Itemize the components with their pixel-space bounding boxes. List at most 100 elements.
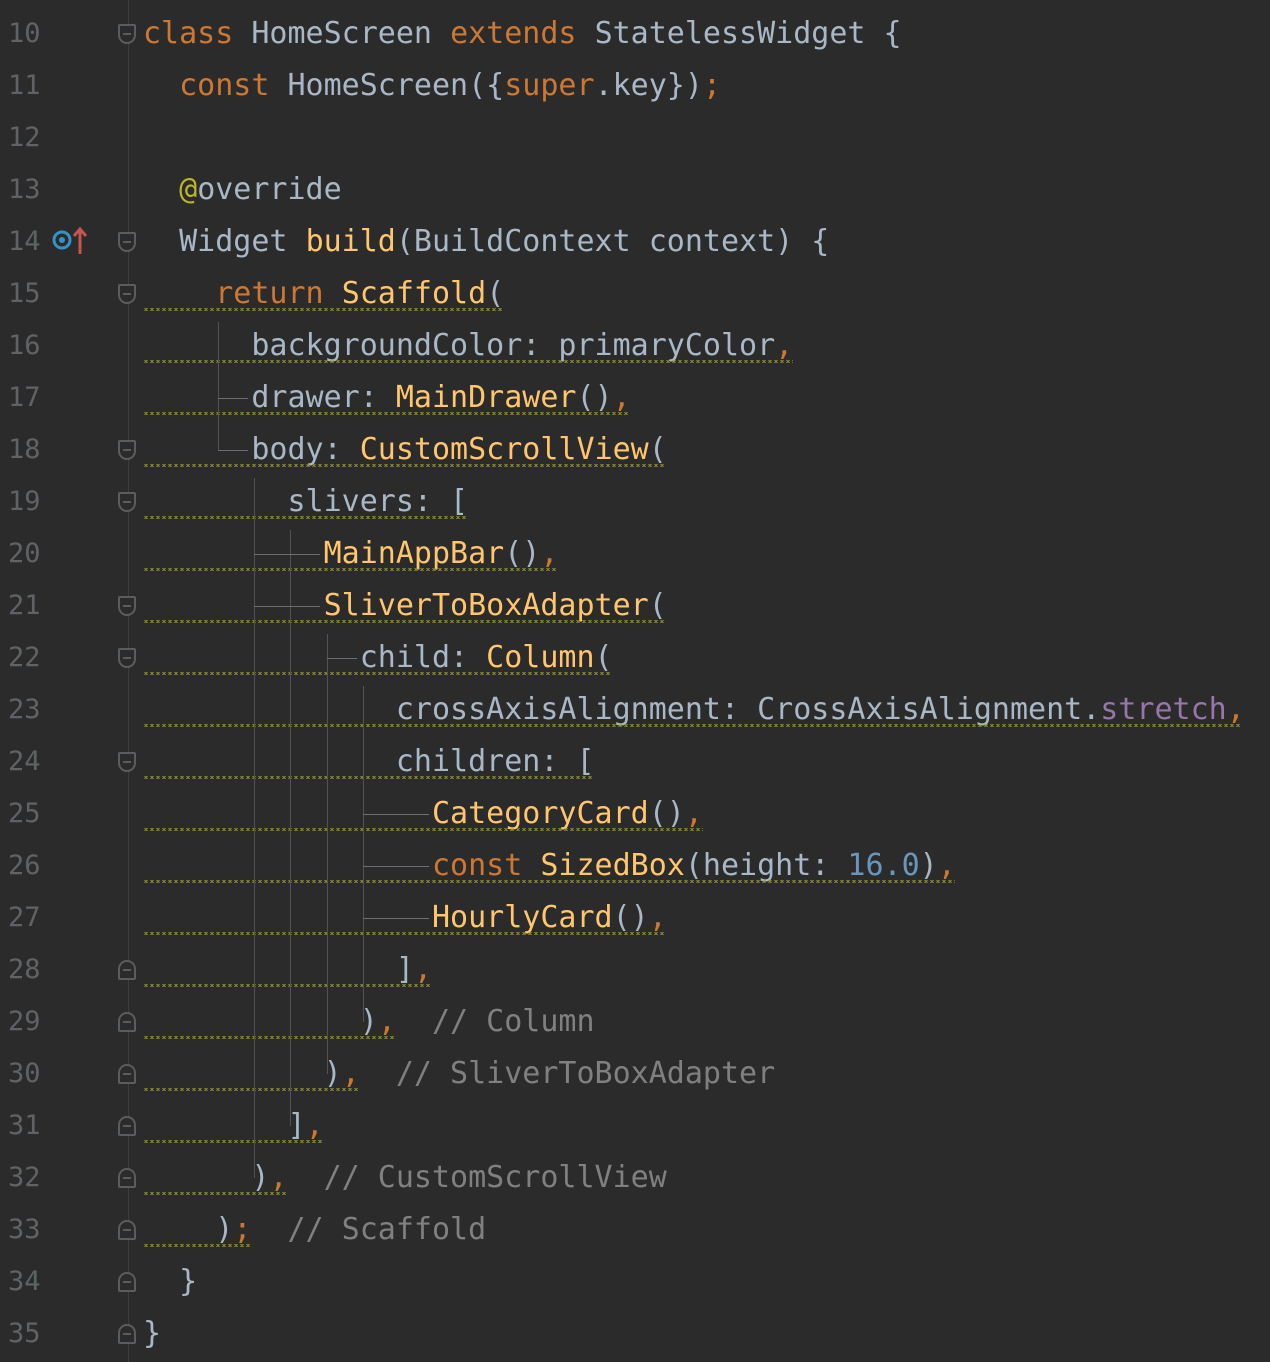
code-token: () (612, 900, 649, 935)
code-line[interactable]: 25 CategoryCard(), (0, 788, 1270, 840)
fold-collapse-icon[interactable] (118, 24, 136, 44)
fold-end-icon[interactable] (118, 960, 136, 980)
code-line[interactable]: 15 return Scaffold( (0, 268, 1270, 320)
code-line[interactable]: 29 ), // Column (0, 996, 1270, 1048)
line-number: 22 (8, 642, 41, 673)
fold-end-icon[interactable] (118, 1220, 136, 1240)
code-token: () (576, 380, 613, 415)
fold-end-icon[interactable] (118, 1064, 136, 1084)
line-number: 29 (8, 1006, 41, 1037)
tree-connector (362, 814, 429, 815)
code-line[interactable]: 18 body: CustomScrollView( (0, 424, 1270, 476)
code-token: override (197, 172, 342, 207)
code-token: , (305, 1108, 324, 1143)
warning-squiggle (143, 1036, 396, 1039)
code-line[interactable]: 14 Widget build(BuildContext context) { (0, 216, 1270, 268)
code-line[interactable]: 16 backgroundColor: primaryColor, (0, 320, 1270, 372)
code-line[interactable]: 21 SliverToBoxAdapter( (0, 580, 1270, 632)
line-number: 14 (8, 226, 41, 257)
code-line[interactable]: 26 const SizedBox(height: 16.0), (0, 840, 1270, 892)
code-token: 16.0 (847, 848, 920, 883)
line-number: 17 (8, 382, 41, 413)
fold-collapse-icon[interactable] (118, 648, 136, 668)
code-token: // Scaffold (251, 1212, 487, 1247)
code-token: , (937, 848, 956, 883)
code-token: HomeScreen({ (287, 68, 505, 103)
code-line[interactable]: 30 ), // SliverToBoxAdapter (0, 1048, 1270, 1100)
fold-collapse-icon[interactable] (118, 440, 136, 460)
code-token: () (504, 536, 541, 571)
code-line[interactable]: 10 class HomeScreen extends StatelessWidg… (0, 8, 1270, 60)
code-token: } (143, 1264, 198, 1299)
code-token: } (143, 1316, 162, 1351)
code-line[interactable]: 32 ), // CustomScrollView (0, 1152, 1270, 1204)
code-text: ), // Column (143, 996, 595, 1048)
code-line[interactable]: 33 ); // Scaffold (0, 1204, 1270, 1256)
line-number: 27 (8, 902, 41, 933)
code-line[interactable]: 13 @override (0, 164, 1270, 216)
code-token: , (1226, 692, 1245, 727)
code-text: Widget build(BuildContext context) { (143, 216, 829, 268)
code-token: // CustomScrollView (287, 1160, 667, 1195)
code-token: CategoryCard (431, 796, 649, 831)
code-line[interactable]: 24 children: [ (0, 736, 1270, 788)
fold-end-icon[interactable] (118, 1012, 136, 1032)
code-token: children: [ (143, 744, 595, 779)
code-line[interactable]: 19 slivers: [ (0, 476, 1270, 528)
code-token: StatelessWidget { (594, 16, 902, 51)
code-text: drawer: MainDrawer(), (143, 372, 630, 424)
line-number: 30 (8, 1058, 41, 1089)
code-line[interactable]: 11 const HomeScreen({super.key}); (0, 60, 1270, 112)
code-token: .key}) (594, 68, 703, 103)
code-line[interactable]: 31 ], (0, 1100, 1270, 1152)
fold-end-icon[interactable] (118, 1168, 136, 1188)
code-line[interactable]: 35} (0, 1308, 1270, 1360)
code-text: MainAppBar(), (143, 528, 559, 580)
code-token: , (775, 328, 794, 363)
code-token: extends (450, 16, 595, 51)
code-line[interactable]: 22 child: Column( (0, 632, 1270, 684)
warning-squiggle (143, 308, 504, 311)
warning-squiggle (143, 1140, 324, 1143)
code-line[interactable]: 17 drawer: MainDrawer(), (0, 372, 1270, 424)
code-token: crossAxisAlignment: CrossAxisAlignment. (143, 692, 1101, 727)
code-token: super (504, 68, 595, 103)
code-token: MainAppBar (323, 536, 505, 571)
code-token: build (305, 224, 396, 259)
fold-collapse-icon[interactable] (118, 492, 136, 512)
code-editor[interactable]: 10 class HomeScreen extends StatelessWidg… (0, 0, 1270, 1362)
code-line[interactable]: 28 ], (0, 944, 1270, 996)
fold-end-icon[interactable] (118, 1272, 136, 1292)
code-token: , (269, 1160, 288, 1195)
warning-squiggle (143, 932, 667, 935)
code-line[interactable]: 23 crossAxisAlignment: CrossAxisAlignmen… (0, 684, 1270, 736)
fold-collapse-icon[interactable] (118, 284, 136, 304)
code-line[interactable]: 20 MainAppBar(), (0, 528, 1270, 580)
fold-end-icon[interactable] (118, 1324, 136, 1344)
warning-squiggle (143, 1192, 288, 1195)
tree-connector (218, 450, 249, 451)
tree-guide (362, 686, 364, 1022)
tree-connector (362, 866, 429, 867)
fold-collapse-icon[interactable] (118, 232, 136, 252)
code-text: SliverToBoxAdapter( (143, 580, 667, 632)
fold-collapse-icon[interactable] (118, 752, 136, 772)
fold-collapse-icon[interactable] (118, 596, 136, 616)
code-text: const HomeScreen({super.key}); (143, 60, 721, 112)
line-number: 33 (8, 1214, 41, 1245)
tree-guide (254, 478, 256, 1178)
code-token: slivers: [ (143, 484, 469, 519)
code-text: ), // SliverToBoxAdapter (143, 1048, 776, 1100)
code-token: CustomScrollView (359, 432, 649, 467)
code-token: ( (486, 276, 505, 311)
code-line[interactable]: 34 } (0, 1256, 1270, 1308)
tree-guide (326, 634, 328, 1074)
line-number: 15 (8, 278, 41, 309)
code-line[interactable]: 27 HourlyCard(), (0, 892, 1270, 944)
code-token: () (648, 796, 685, 831)
line-number: 12 (8, 122, 41, 153)
code-line[interactable]: 12 (0, 112, 1270, 164)
fold-end-icon[interactable] (118, 1116, 136, 1136)
code-token: stretch (1100, 692, 1227, 727)
